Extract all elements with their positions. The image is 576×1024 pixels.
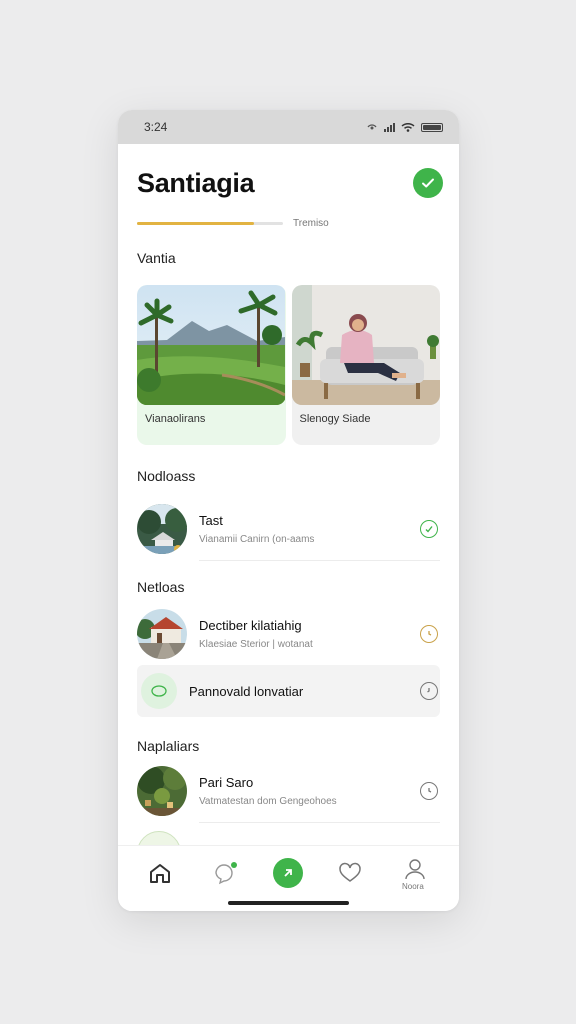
battery-icon [421,122,443,132]
tab-play[interactable] [273,858,303,888]
list-item[interactable]: Tast Vianamii Canirn (on-aams [137,500,440,558]
signal-icon [384,122,395,132]
person-photo [291,285,441,405]
list-item[interactable]: Pari Saro Vatmatestan dom Gengeohoes [137,762,440,820]
card-landscape[interactable]: Vianaolirans [137,285,286,445]
card-label: Slenogy Siade [299,413,371,425]
card-person[interactable]: Slenogy Siade [291,285,441,445]
progress: Tremiso [137,218,329,229]
divider [199,560,440,561]
tab-profile-label: Noora [402,882,424,891]
check-icon [422,178,434,188]
avatar [137,609,187,659]
tab-home[interactable] [145,858,175,888]
header: Santiagia [137,168,443,204]
user-icon [405,859,425,880]
page-title: Santiagia [137,168,255,198]
item-title: Tast [199,513,223,528]
chat-icon [215,862,237,885]
wifi-icon [401,122,415,132]
home-icon [150,864,170,883]
item-subtitle: Vatmatestan dom Gengeohoes [199,796,337,807]
clock-icon[interactable] [420,625,438,643]
heart-icon [339,862,361,882]
progress-track [137,222,283,225]
leaf-icon [141,673,177,709]
card-label: Vianaolirans [145,413,206,425]
avatar [137,766,187,816]
item-title: Pari Saro [199,775,254,790]
section-title: Netloas [137,579,185,595]
list-item[interactable]: Dectiber kilatiahig Klaesiae Sterior | w… [137,605,440,663]
item-title: Dectiber kilatiahig [199,618,302,633]
divider [199,822,440,823]
item-subtitle: Vianamii Canirn (on-aams [199,534,315,545]
list-item-highlighted[interactable]: Pannovald lonvatiar [137,665,440,717]
avatar [137,504,187,554]
progress-fill [137,222,254,225]
landscape-photo [137,285,286,405]
clock-icon[interactable] [420,782,438,800]
progress-label: Tremiso [293,218,329,229]
card-row: Vianaolirans Slenogy Siade [137,285,440,445]
clock-icon[interactable] [420,682,438,700]
tab-favorites[interactable] [335,858,365,888]
phone-frame: 3:24 Santiagia Tremiso Vantia Vianaolira… [118,110,459,911]
status-bar: 3:24 [118,110,459,144]
tab-chat[interactable] [210,858,240,888]
section-title: Nodloass [137,468,196,484]
tab-bar: Noora [118,845,459,911]
done-button[interactable] [413,168,443,198]
section-title: Naplaliars [137,738,200,754]
home-indicator [228,901,349,905]
tab-profile[interactable] [400,854,430,884]
section-title: Vantia [137,250,176,266]
item-title: Pannovald lonvatiar [189,683,304,699]
hotspot-icon [367,124,377,130]
status-time: 3:24 [144,120,168,134]
arrow-icon [284,869,292,877]
status-icons [366,122,443,132]
item-subtitle: Klaesiae Sterior | wotanat [199,639,313,650]
check-circle-icon[interactable] [420,520,438,538]
